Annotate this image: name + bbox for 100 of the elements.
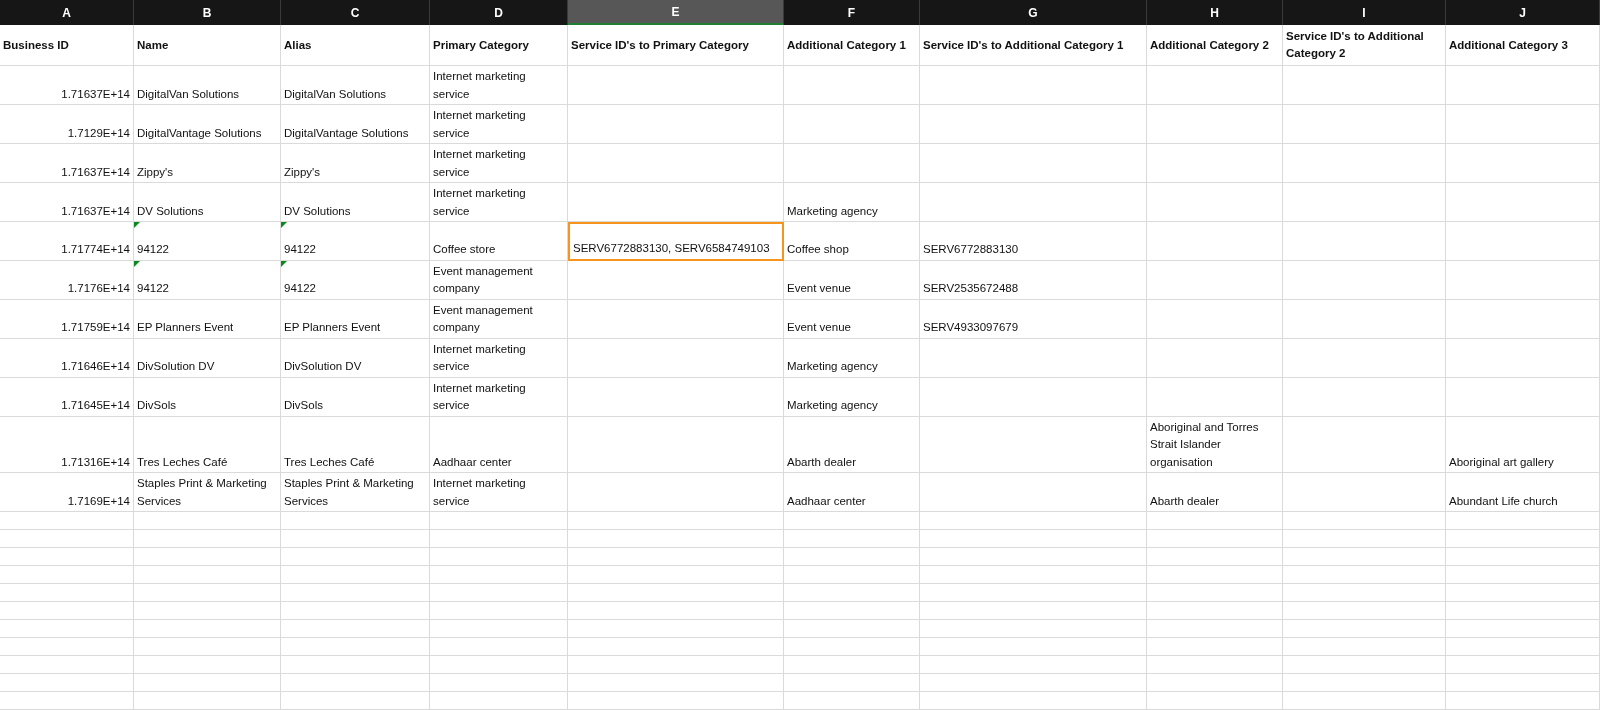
table-cell[interactable]: 1.7176E+14 [0,260,134,300]
column-header-letter[interactable]: A [0,0,134,25]
table-cell[interactable]: SERV2535672488 [920,260,1147,300]
table-cell[interactable] [1446,338,1600,378]
empty-cell[interactable] [1283,692,1446,710]
empty-cell[interactable] [430,674,568,693]
table-cell[interactable]: Internet marketing service [430,338,568,378]
empty-cell[interactable] [0,674,134,693]
table-cell[interactable] [1283,222,1446,261]
empty-cell[interactable] [1446,566,1600,585]
table-cell[interactable]: Event venue [784,260,920,300]
table-cell[interactable]: Coffee shop [784,222,920,261]
empty-cell[interactable] [920,584,1147,603]
table-cell[interactable] [568,299,784,339]
table-cell[interactable] [568,66,784,105]
empty-cell[interactable] [1446,656,1600,675]
empty-cell[interactable] [1283,512,1446,531]
table-cell[interactable]: SERV4933097679 [920,299,1147,339]
table-cell[interactable]: Marketing agency [784,338,920,378]
empty-cell[interactable] [281,620,430,639]
table-cell[interactable] [920,144,1147,183]
empty-cell[interactable] [1283,548,1446,567]
table-cell[interactable] [1446,66,1600,105]
table-cell[interactable]: EP Planners Event [134,299,281,339]
table-cell[interactable]: 1.71316E+14 [0,416,134,474]
empty-cell[interactable] [1147,548,1283,567]
empty-cell[interactable] [430,602,568,621]
empty-cell[interactable] [568,656,784,675]
table-cell[interactable]: Abundant Life church [1446,473,1600,513]
column-header-letter[interactable]: B [134,0,281,25]
empty-cell[interactable] [568,584,784,603]
table-cell[interactable] [1283,66,1446,105]
empty-cell[interactable] [1446,674,1600,693]
empty-cell[interactable] [1147,638,1283,657]
empty-cell[interactable] [784,584,920,603]
empty-cell[interactable] [568,566,784,585]
table-cell[interactable]: Internet marketing service [430,144,568,183]
table-cell[interactable] [568,183,784,222]
empty-cell[interactable] [1446,620,1600,639]
table-cell[interactable]: 1.71774E+14 [0,222,134,261]
table-cell[interactable] [568,473,784,513]
table-cell[interactable]: Internet marketing service [430,183,568,222]
table-cell[interactable]: Aadhaar center [430,416,568,474]
table-cell[interactable] [784,105,920,144]
empty-cell[interactable] [920,638,1147,657]
column-header-letter[interactable]: I [1283,0,1446,25]
table-cell[interactable]: Internet marketing service [430,377,568,417]
empty-cell[interactable] [1446,512,1600,531]
table-cell[interactable]: SERV6772883130 [920,222,1147,261]
table-cell[interactable] [1147,144,1283,183]
table-cell[interactable]: 1.71646E+14 [0,338,134,378]
table-cell[interactable]: Zippy's [134,144,281,183]
empty-cell[interactable] [1283,674,1446,693]
empty-cell[interactable] [281,674,430,693]
empty-cell[interactable] [0,566,134,585]
empty-cell[interactable] [1147,602,1283,621]
table-cell[interactable]: 1.71637E+14 [0,183,134,222]
empty-cell[interactable] [430,620,568,639]
table-cell[interactable] [1283,183,1446,222]
table-cell[interactable] [568,105,784,144]
empty-cell[interactable] [568,512,784,531]
empty-cell[interactable] [1283,602,1446,621]
table-cell[interactable] [1147,377,1283,417]
empty-cell[interactable] [920,656,1147,675]
empty-cell[interactable] [1446,548,1600,567]
table-cell[interactable]: Event management company [430,299,568,339]
table-cell[interactable] [568,377,784,417]
table-cell[interactable] [1283,416,1446,474]
empty-cell[interactable] [1283,584,1446,603]
empty-cell[interactable] [784,602,920,621]
table-cell[interactable]: Marketing agency [784,377,920,417]
table-cell[interactable] [1446,183,1600,222]
empty-cell[interactable] [430,566,568,585]
empty-cell[interactable] [0,638,134,657]
table-cell[interactable] [1446,144,1600,183]
table-cell[interactable]: Tres Leches Café [281,416,430,474]
table-cell[interactable] [1446,377,1600,417]
table-cell[interactable] [1283,260,1446,300]
empty-cell[interactable] [784,566,920,585]
table-cell[interactable] [920,416,1147,474]
table-cell[interactable]: DigitalVantage Solutions [281,105,430,144]
table-cell[interactable]: Abarth dealer [1147,473,1283,513]
empty-cell[interactable] [281,566,430,585]
table-cell[interactable]: Staples Print & Marketing Services [281,473,430,513]
empty-cell[interactable] [281,584,430,603]
table-cell[interactable] [1147,183,1283,222]
table-cell[interactable]: SERV6772883130, SERV6584749103 [568,222,784,261]
empty-cell[interactable] [784,620,920,639]
empty-cell[interactable] [920,674,1147,693]
empty-cell[interactable] [134,656,281,675]
empty-cell[interactable] [281,656,430,675]
table-cell[interactable]: EP Planners Event [281,299,430,339]
table-cell[interactable]: Event management company [430,260,568,300]
empty-cell[interactable] [134,674,281,693]
table-cell[interactable] [784,144,920,183]
empty-cell[interactable] [281,548,430,567]
empty-cell[interactable] [134,548,281,567]
empty-cell[interactable] [920,602,1147,621]
empty-cell[interactable] [920,548,1147,567]
empty-cell[interactable] [1283,656,1446,675]
